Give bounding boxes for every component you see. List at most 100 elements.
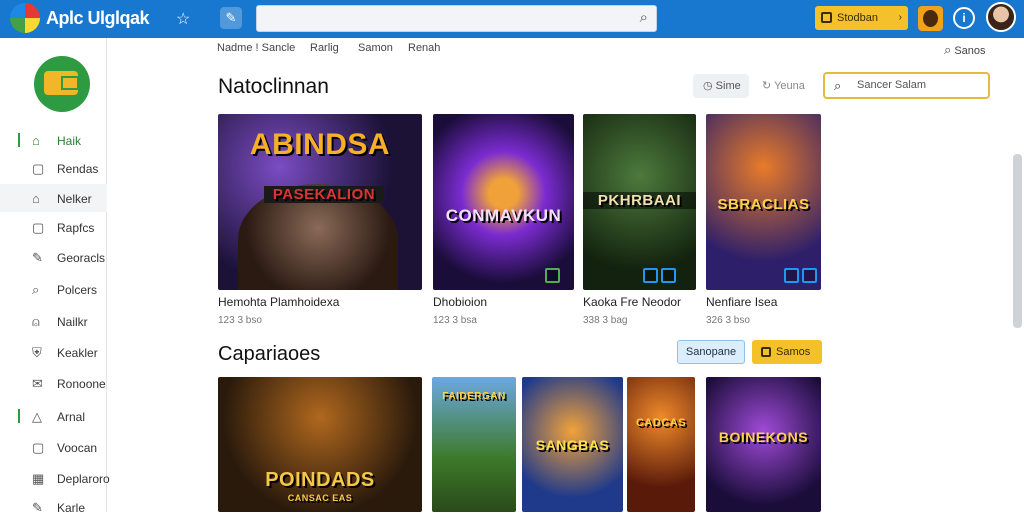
triangle-icon: △ xyxy=(32,409,42,424)
game-avatar[interactable] xyxy=(918,6,943,31)
game-card[interactable]: CADCAS xyxy=(627,377,695,512)
wallet-icon xyxy=(821,12,832,23)
card-art-title: SBRACLIAS xyxy=(717,196,810,213)
card-meta: 326 3 bso xyxy=(706,315,750,326)
filter-pill-label: Sime xyxy=(715,80,741,92)
card-title[interactable]: Nenfiare Isea xyxy=(706,295,777,309)
subnav-item[interactable]: Rarlig xyxy=(310,42,339,54)
app-title: Aplc Ulglqak xyxy=(46,8,150,28)
profile-badge-icon[interactable] xyxy=(34,56,90,112)
platform-icon xyxy=(802,268,817,283)
primary-button[interactable]: Samos xyxy=(752,340,822,364)
sidebar-item-label: Voocan xyxy=(57,441,98,455)
filter-pill[interactable]: ◷ Sime xyxy=(693,74,749,98)
card-art-title: FAIDERGAN xyxy=(442,391,506,402)
sidebar-item-12[interactable]: ✎ Karle xyxy=(0,493,107,521)
grid-icon: ▦ xyxy=(32,471,45,486)
bell-icon: ⍝ xyxy=(32,314,40,329)
user-avatar[interactable] xyxy=(986,2,1016,32)
account-button[interactable]: Stodban › xyxy=(815,6,908,30)
sidebar-item-2[interactable]: ⌂ Nelker xyxy=(0,184,107,212)
card-title[interactable]: Kaoka Fre Neodor xyxy=(583,295,681,309)
subnav-item[interactable]: Samon xyxy=(358,42,393,54)
info-icon[interactable]: i xyxy=(953,7,975,29)
search-icon: ⌕ xyxy=(944,42,952,57)
sidebar-item-8[interactable]: ✉ Ronoone xyxy=(0,369,107,397)
card-meta: 123 3 bsa xyxy=(433,315,477,326)
game-card[interactable]: PKHRBAAI xyxy=(583,114,696,290)
sidebar-item-7[interactable]: ⛨ Keakler xyxy=(0,338,107,366)
sidebar-item-label: Arnal xyxy=(57,410,86,424)
primary-button-label: Samos xyxy=(776,346,811,358)
sidebar-item-5[interactable]: ⌕ Polcers xyxy=(0,275,107,303)
game-card[interactable]: POINDADS CANSAC EAS xyxy=(218,377,422,512)
card-art-title: SANGBAS xyxy=(535,437,610,453)
refresh-icon: ↻ xyxy=(762,80,772,92)
pen-icon: ✎ xyxy=(32,500,43,515)
game-card[interactable]: FAIDERGAN xyxy=(432,377,516,512)
sidebar-item-10[interactable]: ▢ Voocan xyxy=(0,433,107,461)
mail-icon: ✉ xyxy=(32,376,43,391)
building-icon: ⌂ xyxy=(32,191,40,206)
sidebar-item-label: Georacls xyxy=(57,251,106,265)
account-button-label: Stodban xyxy=(837,12,878,24)
star-icon[interactable]: ☆ xyxy=(176,9,190,29)
platform-icon xyxy=(784,268,799,283)
sidebar-item-1[interactable]: ▢ Rendas xyxy=(0,154,107,182)
game-card[interactable]: SBRACLIAS xyxy=(706,114,821,290)
sidebar-item-label: Rapfcs xyxy=(57,221,95,235)
card-art-subtitle: CANSAC EAS xyxy=(287,493,353,503)
wallet-icon xyxy=(761,347,771,357)
secondary-button[interactable]: Sanopane xyxy=(677,340,745,364)
sidebar-item-label: Haik xyxy=(57,134,82,148)
sidebar-item-label: Ronoone xyxy=(57,377,106,391)
subnav-item[interactable]: Renah xyxy=(408,42,440,54)
sidebar-item-4[interactable]: ✎ Georacls xyxy=(0,243,107,271)
search-icon: ⌕ xyxy=(32,282,40,297)
game-card[interactable]: ABINDSA PASEKALION xyxy=(218,114,422,290)
sidebar-item-11[interactable]: ▦ Deplaroro xyxy=(0,464,110,492)
sidebar-item-label: Rendas xyxy=(57,162,99,176)
section-title: Natoclinnan xyxy=(218,75,329,98)
subnav-item[interactable]: Nadme ! Sancle xyxy=(217,42,295,54)
sidebar-item-6[interactable]: ⍝ Nailkr xyxy=(0,307,107,335)
card-art-title: POINDADS xyxy=(265,469,375,491)
app-logo[interactable] xyxy=(10,3,40,33)
game-card[interactable]: BOINEKONS xyxy=(706,377,821,512)
search-icon[interactable]: ⌕ xyxy=(640,9,648,26)
top-search-input[interactable]: ⌕ xyxy=(256,5,657,32)
section-title: Capariaoes xyxy=(218,343,321,365)
card-art-title: CONMAVKUN xyxy=(445,206,562,225)
sidebar-item-label: Keakler xyxy=(57,346,98,360)
card-art-title: BOINEKONS xyxy=(718,429,809,445)
sidebar-item-label: Nailkr xyxy=(57,315,88,329)
card-art-subtitle: PASEKALION xyxy=(264,186,384,203)
edit-button[interactable]: ✎ xyxy=(220,7,242,29)
sidebar-item-3[interactable]: ▢ Rapfcs xyxy=(0,213,107,241)
platform-icon xyxy=(643,268,658,283)
subnav-search[interactable]: ⌕ Sanos xyxy=(944,42,986,58)
section-search-input[interactable]: ⌕ Sancer Salam xyxy=(823,72,990,99)
platform-icon xyxy=(545,268,560,283)
game-card[interactable]: SANGBAS xyxy=(522,377,623,512)
active-indicator xyxy=(18,133,20,147)
sidebar-item-9[interactable]: △ Arnal xyxy=(0,402,107,430)
sidebar-item-0[interactable]: ⌂ Haik xyxy=(0,126,107,154)
card-title[interactable]: Hemohta Plamhoidexa xyxy=(218,295,339,309)
chevron-right-icon: › xyxy=(898,12,902,23)
scrollbar[interactable] xyxy=(1013,154,1022,328)
card-art-title: PKHRBAAI xyxy=(583,192,696,209)
square-icon: ▢ xyxy=(32,220,45,235)
subnav-search-label: Sanos xyxy=(954,45,986,57)
shield-icon: ⛨ xyxy=(32,345,42,360)
square-icon: ▢ xyxy=(32,440,45,455)
home-icon: ⌂ xyxy=(32,133,40,148)
filter-pill[interactable]: ↻ Yeuna xyxy=(758,74,814,98)
game-card[interactable]: CONMAVKUN xyxy=(433,114,574,290)
card-art-title: CADCAS xyxy=(635,417,687,429)
card-title[interactable]: Dhobioion xyxy=(433,295,487,309)
card-art-title: ABINDSA xyxy=(249,128,391,161)
card-meta: 123 3 bso xyxy=(218,315,262,326)
clock-icon: ◷ xyxy=(703,80,713,92)
pen-icon: ✎ xyxy=(32,250,43,265)
